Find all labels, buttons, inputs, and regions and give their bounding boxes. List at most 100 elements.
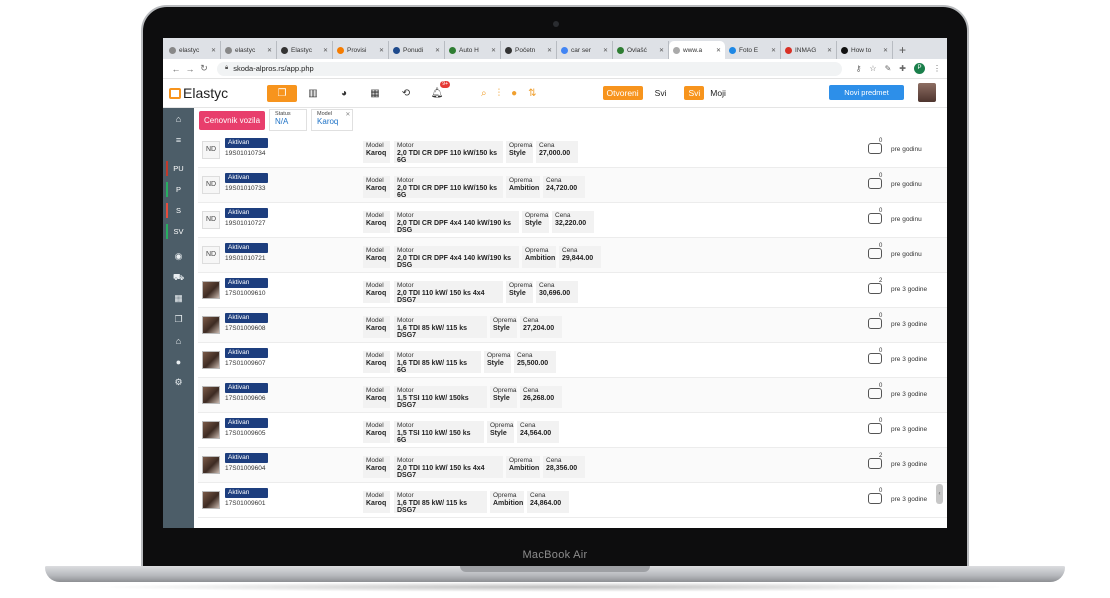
- browser-tab[interactable]: car ser ✕: [557, 41, 613, 59]
- tab-close-icon[interactable]: ✕: [771, 47, 776, 54]
- list-item[interactable]: Aktivan 17S01009604 Model Karoq Motor 2,0 TDI…: [198, 448, 947, 483]
- profile-avatar[interactable]: P: [914, 63, 925, 74]
- extension-icon[interactable]: ✎: [885, 64, 892, 73]
- comment-icon[interactable]: [868, 143, 882, 154]
- status-filter-chip[interactable]: Status N/A: [269, 109, 308, 131]
- history-tab-button[interactable]: ⟲: [391, 85, 421, 102]
- comment-icon[interactable]: [868, 458, 882, 469]
- tab-close-icon[interactable]: ✕: [716, 47, 721, 54]
- browser-tab[interactable]: elastyc ✕: [165, 41, 221, 59]
- motor-value: 1,6 TDI 85 kW/ 115 ks 6G: [397, 360, 468, 374]
- barcode-tab-button[interactable]: ▥: [298, 85, 328, 102]
- filter-all-button[interactable]: Svi: [651, 86, 671, 100]
- comment-count: 0: [879, 313, 883, 319]
- browser-tab[interactable]: Auto H ✕: [445, 41, 501, 59]
- app-logo[interactable]: Elastyc: [169, 85, 267, 101]
- list-item[interactable]: ND Aktivan 19S01010733 Model Karoq Motor 2,0 T…: [198, 168, 947, 203]
- browser-tab[interactable]: www.a ✕: [669, 41, 725, 59]
- puzzle-icon[interactable]: ✚: [899, 64, 906, 73]
- sidebar-item-copy[interactable]: ❐: [163, 309, 194, 330]
- list-item[interactable]: ND Aktivan 19S01010721 Model Karoq Motor 2,0 T…: [198, 238, 947, 273]
- sidebar-item-bank[interactable]: ⌂: [163, 330, 194, 351]
- copy-tab-button[interactable]: ❐: [267, 84, 297, 102]
- comment-icon[interactable]: [868, 493, 882, 504]
- comment-icon[interactable]: [868, 178, 882, 189]
- new-item-button[interactable]: Novi predmet: [829, 85, 904, 100]
- list-item[interactable]: Aktivan 17S01009605 Model Karoq Motor 1,5 TSI…: [198, 413, 947, 448]
- url-input[interactable]: 🔒︎ skoda-alpros.rs/app.php: [217, 61, 842, 76]
- browser-tab[interactable]: elastyc ✕: [221, 41, 277, 59]
- sidebar-item-pu[interactable]: PU: [163, 158, 194, 179]
- list-item[interactable]: Aktivan 17S01009606 Model Karoq Motor 1,5 TSI…: [198, 378, 947, 413]
- tab-close-icon[interactable]: ✕: [491, 47, 496, 54]
- comment-icon[interactable]: [868, 353, 882, 364]
- tab-close-icon[interactable]: ✕: [659, 47, 664, 54]
- sidebar-item-cart[interactable]: ⛟: [163, 267, 194, 288]
- tab-close-icon[interactable]: ✕: [603, 47, 608, 54]
- tab-close-icon[interactable]: ✕: [379, 47, 384, 54]
- list-item[interactable]: Aktivan 17S01009601 Model Karoq Motor 1,6 TDI…: [198, 483, 947, 518]
- browser-tab[interactable]: Ponudi ✕: [389, 41, 445, 59]
- browser-tab[interactable]: How to ✕: [837, 41, 893, 59]
- category-chip[interactable]: Cenovnik vozila: [199, 110, 266, 130]
- filter-open-button[interactable]: Otvoreni: [602, 86, 643, 100]
- list-item[interactable]: Aktivan 17S01009608 Model Karoq Motor 1,6 TDI…: [198, 308, 947, 343]
- sidebar-item-grid[interactable]: ▦: [163, 288, 194, 309]
- browser-tab[interactable]: INMAG ✕: [781, 41, 837, 59]
- sidebar-item-p[interactable]: P: [163, 179, 194, 200]
- sidebar-item-settings[interactable]: ⚙: [163, 372, 194, 393]
- sidebar-item-sv[interactable]: SV: [163, 221, 194, 242]
- star-icon[interactable]: ☆: [869, 64, 876, 73]
- sidebar-item-home[interactable]: ⌂: [163, 108, 194, 129]
- tab-close-icon[interactable]: ✕: [883, 47, 888, 54]
- calendar-tab-button[interactable]: ▦: [360, 85, 390, 102]
- forward-icon[interactable]: →: [183, 64, 197, 74]
- avatar-initials: ND: [202, 246, 220, 264]
- tab-close-icon[interactable]: ✕: [547, 47, 552, 54]
- tab-close-icon[interactable]: ✕: [827, 47, 832, 54]
- comment-icon[interactable]: [868, 213, 882, 224]
- motor-label: Motor: [397, 317, 414, 324]
- comment-icon[interactable]: [868, 423, 882, 434]
- tab-close-icon[interactable]: ✕: [435, 47, 440, 54]
- list-item[interactable]: ND Aktivan 19S01010734 Model Karoq Motor 2,0 T…: [198, 133, 947, 168]
- comment-icon[interactable]: [868, 388, 882, 399]
- list-item[interactable]: ND Aktivan 19S01010727 Model Karoq Motor 2,0 T…: [198, 203, 947, 238]
- browser-tab[interactable]: Foto E ✕: [725, 41, 781, 59]
- reload-icon[interactable]: ↻: [197, 63, 211, 74]
- menu-icon[interactable]: ⋮: [933, 64, 941, 73]
- list-item[interactable]: Aktivan 17S01009607 Model Karoq Motor 1,6 TDI…: [198, 343, 947, 378]
- sidebar-item-list[interactable]: ≡: [163, 129, 194, 150]
- comment-icon[interactable]: [868, 283, 882, 294]
- comment-icon[interactable]: [868, 248, 882, 259]
- filter-mine-button[interactable]: Moji: [706, 86, 730, 100]
- search-icon[interactable]: ⌕: [481, 88, 487, 99]
- tab-close-icon[interactable]: ✕: [211, 47, 216, 54]
- filter-all-owner-button[interactable]: Svi: [684, 86, 705, 100]
- user-avatar[interactable]: [918, 83, 936, 102]
- tab-close-icon[interactable]: ✕: [267, 47, 272, 54]
- browser-tab[interactable]: Ovlašć ✕: [613, 41, 669, 59]
- key-icon[interactable]: ⚷: [856, 64, 862, 73]
- back-icon[interactable]: ←: [169, 64, 183, 74]
- sort-icon[interactable]: ⇅: [528, 88, 536, 99]
- model-filter-chip[interactable]: Model Karoq ✕: [311, 109, 354, 131]
- pie-chart-tab-button[interactable]: ◕: [329, 85, 359, 102]
- sidebar-item-globe[interactable]: ◉: [163, 246, 194, 267]
- sidebar-item-s[interactable]: S: [163, 200, 194, 221]
- browser-tab[interactable]: Početn ✕: [501, 41, 557, 59]
- sliders-icon[interactable]: ⫶: [498, 88, 501, 99]
- scroll-handle[interactable]: ‹: [936, 484, 943, 504]
- tab-close-icon[interactable]: ✕: [323, 47, 328, 54]
- comment-icon[interactable]: [868, 318, 882, 329]
- list-item[interactable]: Aktivan 17S01009610 Model Karoq Motor 2,0 TDI…: [198, 273, 947, 308]
- notifications-button[interactable]: 🔔︎ 9+: [422, 80, 452, 102]
- close-icon[interactable]: ✕: [345, 111, 350, 118]
- new-tab-button[interactable]: +: [899, 41, 906, 59]
- model-field: Model Karoq: [363, 421, 390, 443]
- browser-tab[interactable]: Provisi ✕: [333, 41, 389, 59]
- cena-label: Cena: [530, 492, 546, 499]
- user-filter-icon[interactable]: ●: [511, 88, 517, 99]
- sidebar-item-user[interactable]: ●: [163, 351, 194, 372]
- browser-tab[interactable]: Elastyc ✕: [277, 41, 333, 59]
